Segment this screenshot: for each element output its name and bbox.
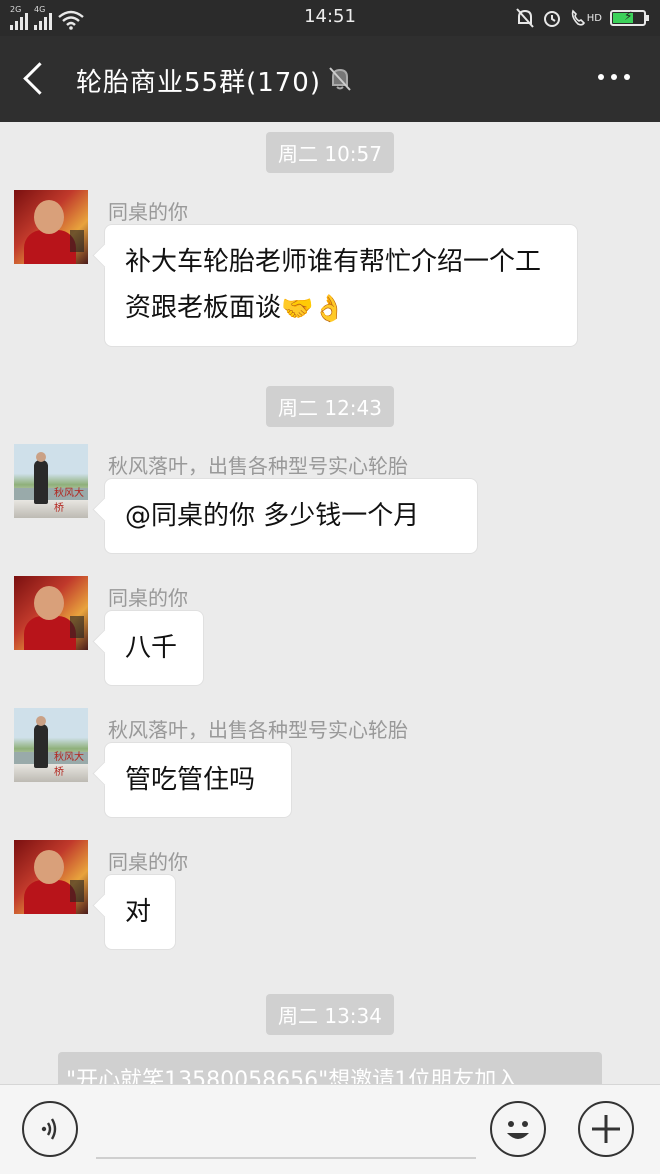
avatar[interactable] xyxy=(14,190,88,264)
avatar[interactable] xyxy=(14,576,88,650)
timestamp-divider: 周二 10:57 xyxy=(0,132,660,173)
chat-header: 轮胎商业55群(170) xyxy=(0,36,660,122)
message-text: 管吃管住吗 xyxy=(125,765,256,795)
message-bubble[interactable]: 管吃管住吗 xyxy=(104,742,292,818)
chat-title: 轮胎商业55群(170) xyxy=(76,68,321,98)
timestamp-divider: 周二 13:34 xyxy=(0,994,660,1035)
bell-muted-icon xyxy=(516,8,534,28)
message-bubble[interactable]: 八千 xyxy=(104,610,204,686)
status-bar: 2G 4G 14:51 HD ⚡ xyxy=(0,0,660,36)
avatar[interactable]: 秋风大桥 xyxy=(14,444,88,518)
message-list[interactable]: 周二 10:57 同桌的你 补大车轮胎老师谁有帮忙介绍一个工资跟老板面谈🤝👌 周… xyxy=(0,122,660,1084)
message-input[interactable] xyxy=(96,1105,480,1157)
sender-name: 秋风落叶，出售各种型号实心轮胎 xyxy=(108,454,408,478)
message-bubble[interactable]: 补大车轮胎老师谁有帮忙介绍一个工资跟老板面谈🤝👌 xyxy=(104,224,578,347)
message-text: 八千 xyxy=(125,633,178,663)
smiley-icon xyxy=(507,1121,529,1139)
mute-icon xyxy=(329,67,351,91)
message-bubble[interactable]: @同桌的你 多少钱一个月 xyxy=(104,478,478,554)
sender-name: 同桌的你 xyxy=(108,850,188,874)
avatar[interactable]: 秋风大桥 xyxy=(14,708,88,782)
hd-call-icon: HD xyxy=(570,9,602,27)
more-functions-button[interactable] xyxy=(578,1101,634,1157)
plus-icon xyxy=(592,1115,620,1143)
emoji-button[interactable] xyxy=(490,1101,546,1157)
timestamp-divider: 周二 12:43 xyxy=(0,386,660,427)
message-bubble[interactable]: 对 xyxy=(104,874,176,950)
input-bar xyxy=(0,1084,660,1174)
back-button[interactable] xyxy=(18,58,54,98)
sender-name: 秋风落叶，出售各种型号实心轮胎 xyxy=(108,718,408,742)
alarm-icon xyxy=(543,11,560,27)
message-text: @同桌的你 多少钱一个月 xyxy=(125,501,420,531)
status-right: HD ⚡ xyxy=(516,6,649,30)
sender-name: 同桌的你 xyxy=(108,200,188,224)
battery-icon: ⚡ xyxy=(610,9,649,26)
sender-name: 同桌的你 xyxy=(108,586,188,610)
input-underline xyxy=(96,1157,476,1159)
avatar[interactable] xyxy=(14,840,88,914)
voice-input-button[interactable] xyxy=(22,1101,78,1157)
message-text: 对 xyxy=(125,897,152,927)
handshake-ok-emoji-icon: 🤝👌 xyxy=(281,293,346,324)
system-message: "开心就笑13580058656"想邀请1位朋友加入 xyxy=(58,1052,602,1084)
more-options-button[interactable] xyxy=(598,74,630,80)
voice-icon xyxy=(41,1118,57,1140)
